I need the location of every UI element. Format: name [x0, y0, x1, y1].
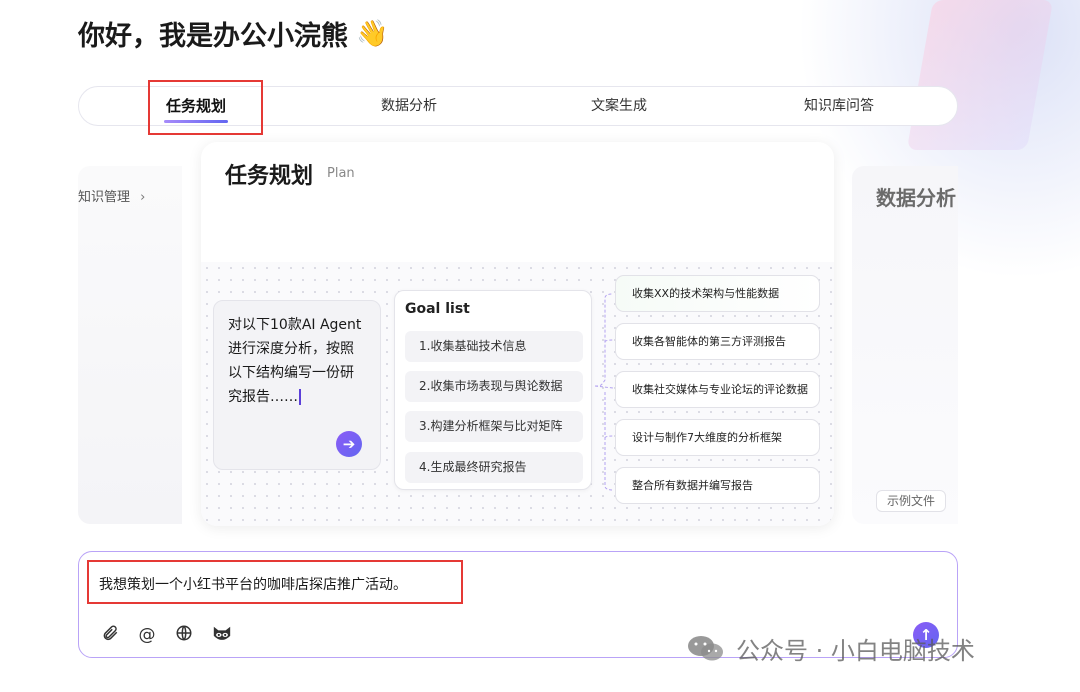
raccoon-icon[interactable] — [211, 624, 233, 646]
sample-file-button[interactable]: 示例文件 — [876, 490, 947, 512]
result-item: 收集社交媒体与专业论坛的评论数据 — [615, 371, 820, 408]
card-title: 任务规划 — [225, 164, 314, 189]
prompt-example[interactable]: 对以下10款AI Agent进行深度分析，按照以下结构编写一份研究报告…… ➔ — [213, 300, 381, 470]
tab-label: 知识库问答 — [804, 98, 874, 114]
chevron-right-icon: › — [140, 190, 146, 205]
paperclip-icon[interactable] — [99, 624, 121, 646]
data-analysis-preview-panel[interactable]: 数据分析 示例文件 — [852, 166, 958, 524]
goal-list-title: Goal list — [405, 301, 470, 317]
at-icon[interactable]: @ — [136, 624, 158, 646]
prompt-text: 对以下10款AI Agent进行深度分析，按照以下结构编写一份研究报告…… — [228, 317, 362, 405]
waving-hand-icon: 👋 — [356, 18, 389, 49]
card-subtitle: Plan — [327, 166, 355, 181]
knowledge-management-label: 知识管理 › — [78, 190, 146, 205]
tab-copywriting[interactable]: 文案生成 — [579, 87, 659, 127]
goal-list: Goal list 1.收集基础技术信息 2.收集市场表现与舆论数据 3.构建分… — [394, 290, 592, 490]
result-item: 设计与制作7大维度的分析框架 — [615, 419, 820, 456]
watermark-text: 公众号 · 小白电脑技术 — [736, 636, 975, 665]
goal-item: 2.收集市场表现与舆论数据 — [405, 371, 583, 402]
greeting-text: 你好，我是办公小浣熊 — [78, 21, 348, 52]
highlight-box-input — [87, 560, 463, 604]
highlight-box-tab — [148, 80, 263, 135]
result-item: 收集XX的技术架构与性能数据 — [615, 275, 820, 312]
tab-label: 文案生成 — [591, 98, 647, 114]
connector-lines — [594, 293, 614, 491]
goal-item: 3.构建分析框架与比对矩阵 — [405, 411, 583, 442]
wechat-icon — [686, 633, 726, 663]
task-planning-card: 任务规划 Plan 对以下10款AI Agent进行深度分析，按照以下结构编写一… — [201, 142, 834, 526]
tab-knowledge-qa[interactable]: 知识库问答 — [794, 87, 884, 127]
goal-item: 4.生成最终研究报告 — [405, 452, 583, 483]
result-item: 整合所有数据并编写报告 — [615, 467, 820, 504]
goal-item: 1.收集基础技术信息 — [405, 331, 583, 362]
tab-data-analysis[interactable]: 数据分析 — [369, 87, 449, 127]
knowledge-management-panel[interactable]: 知识管理 › — [78, 166, 182, 524]
globe-icon[interactable] — [173, 624, 195, 646]
tab-label: 数据分析 — [381, 98, 437, 114]
text-caret — [299, 389, 301, 405]
preview-title: 数据分析 — [876, 186, 956, 210]
watermark: 公众号 · 小白电脑技术 — [686, 628, 975, 668]
arrow-right-icon[interactable]: ➔ — [336, 431, 362, 457]
greeting-heading: 你好，我是办公小浣熊 👋 — [78, 14, 388, 53]
result-item: 收集各智能体的第三方评测报告 — [615, 323, 820, 360]
